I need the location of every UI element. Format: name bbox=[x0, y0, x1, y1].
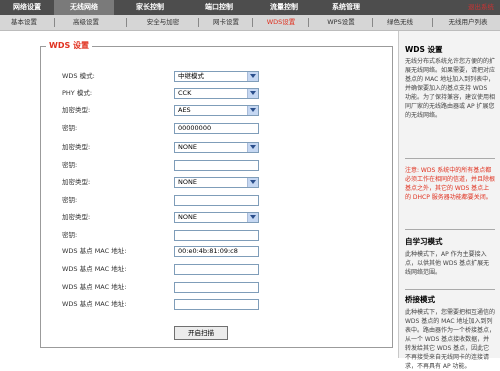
encryption-type-select-2[interactable]: NONE bbox=[174, 142, 259, 153]
bridge-mode-title: 桥接模式 bbox=[405, 295, 435, 304]
wds-mode-select[interactable]: 中继模式 bbox=[174, 71, 259, 82]
tab-advanced[interactable]: 高级设置 bbox=[56, 15, 116, 30]
tab-basic[interactable]: 基本设置 bbox=[0, 15, 48, 30]
key-label: 密钥: bbox=[62, 124, 78, 132]
top-nav: 网络设置 无线网络 家长控制 端口控制 流量控制 系统管理 退出系统 bbox=[0, 0, 500, 15]
help-divider bbox=[405, 158, 495, 159]
key-value-1: 00000000 bbox=[178, 124, 212, 132]
encryption-type-label: 加密类型: bbox=[62, 178, 91, 186]
encryption-type-label: 加密类型: bbox=[62, 106, 91, 114]
key-input-4[interactable] bbox=[174, 230, 259, 241]
mac-address-value-1: 00:e0:4b:81:09:c8 bbox=[178, 247, 238, 255]
help-title: WDS 设置 bbox=[405, 45, 443, 54]
encryption-type-select-3[interactable]: NONE bbox=[174, 177, 259, 188]
key-label: 密钥: bbox=[62, 161, 78, 169]
help-divider bbox=[405, 229, 495, 230]
bridge-mode-text: 此种模式下，您需要把相互通信的 WDS 基点的 MAC 地址加入到列表中。路由器… bbox=[405, 309, 496, 370]
phy-mode-select[interactable]: CCK bbox=[174, 88, 259, 99]
tab-wps[interactable]: WPS设置 bbox=[312, 15, 370, 30]
mac-address-label: WDS 基点 MAC 地址: bbox=[62, 265, 127, 273]
key-label: 密钥: bbox=[62, 196, 78, 204]
learn-mode-text: 此种模式下，AP 作为主要接入点，以供其他 WDS 基点扩展无线网络范围。 bbox=[405, 251, 490, 276]
phy-mode-value: CCK bbox=[178, 89, 192, 97]
mac-address-input-2[interactable] bbox=[174, 264, 259, 275]
tab-divider bbox=[198, 18, 199, 27]
mac-address-input-4[interactable] bbox=[174, 299, 259, 310]
tab-wds[interactable]: WDS设置 bbox=[254, 15, 308, 30]
help-warning: 注意: WDS 系统中的所有基点都必须工作在相同的信道，并且除根基点之外，其它的… bbox=[405, 167, 496, 201]
nav-item-wireless[interactable]: 无线网络 bbox=[54, 0, 114, 15]
mac-address-input-1[interactable]: 00:e0:4b:81:09:c8 bbox=[174, 246, 259, 257]
encryption-type-value-4: NONE bbox=[178, 213, 197, 221]
chevron-down-icon bbox=[247, 106, 258, 115]
start-scan-button[interactable]: 开启扫描 bbox=[174, 326, 228, 340]
wds-section-title: WDS 设置 bbox=[46, 41, 93, 51]
help-divider bbox=[405, 289, 495, 290]
encryption-type-value-2: NONE bbox=[178, 143, 197, 151]
wds-mode-label: WDS 模式: bbox=[62, 72, 95, 80]
key-input-1[interactable]: 00000000 bbox=[174, 123, 259, 134]
tab-divider bbox=[308, 18, 309, 27]
tab-divider bbox=[432, 18, 433, 27]
tab-divider bbox=[252, 18, 253, 27]
key-label: 密钥: bbox=[62, 231, 78, 239]
tab-nic[interactable]: 网卡设置 bbox=[200, 15, 252, 30]
nav-item-network[interactable]: 网络设置 bbox=[0, 0, 54, 15]
tab-client-list[interactable]: 无线用户列表 bbox=[436, 15, 500, 30]
chevron-down-icon bbox=[247, 213, 258, 222]
tab-security[interactable]: 安全与加密 bbox=[128, 15, 198, 30]
tab-divider bbox=[54, 18, 55, 27]
key-input-3[interactable] bbox=[174, 195, 259, 206]
mac-address-input-3[interactable] bbox=[174, 282, 259, 293]
nav-item-traffic[interactable]: 流量控制 bbox=[252, 0, 316, 15]
nav-item-port[interactable]: 端口控制 bbox=[186, 0, 252, 15]
wds-mode-value: 中继模式 bbox=[178, 72, 204, 80]
encryption-type-label: 加密类型: bbox=[62, 213, 91, 221]
tab-divider bbox=[372, 18, 373, 27]
nav-item-system[interactable]: 系统管理 bbox=[316, 0, 376, 15]
learn-mode-title: 自学习模式 bbox=[405, 237, 443, 246]
chevron-down-icon bbox=[247, 72, 258, 81]
help-panel: WDS 设置 无线分布式系统允许您方便的的扩展无线网络。如果需要，请把对应基点的… bbox=[398, 31, 500, 370]
chevron-down-icon bbox=[247, 143, 258, 152]
encryption-type-select-4[interactable]: NONE bbox=[174, 212, 259, 223]
phy-mode-label: PHY 模式: bbox=[62, 89, 93, 97]
mac-address-label: WDS 基点 MAC 地址: bbox=[62, 283, 127, 291]
chevron-down-icon bbox=[247, 178, 258, 187]
sub-nav: 基本设置 高级设置 安全与加密 网卡设置 WDS设置 WPS设置 绿色无线 无线… bbox=[0, 15, 500, 31]
encryption-type-label: 加密类型: bbox=[62, 143, 91, 151]
logout-link[interactable]: 退出系统 bbox=[468, 0, 494, 15]
help-intro: 无线分布式系统允许您方便的的扩展无线网络。如果需要，请把对应基点的 MAC 地址… bbox=[405, 58, 496, 119]
encryption-type-select-1[interactable]: AES bbox=[174, 105, 259, 116]
mac-address-label: WDS 基点 MAC 地址: bbox=[62, 247, 127, 255]
mac-address-label: WDS 基点 MAC 地址: bbox=[62, 300, 127, 308]
key-input-2[interactable] bbox=[174, 160, 259, 171]
encryption-type-value-3: NONE bbox=[178, 178, 197, 186]
chevron-down-icon bbox=[247, 89, 258, 98]
tab-divider bbox=[126, 18, 127, 27]
nav-item-parental[interactable]: 家长控制 bbox=[114, 0, 186, 15]
encryption-type-value-1: AES bbox=[178, 106, 191, 114]
tab-green[interactable]: 绿色无线 bbox=[374, 15, 426, 30]
